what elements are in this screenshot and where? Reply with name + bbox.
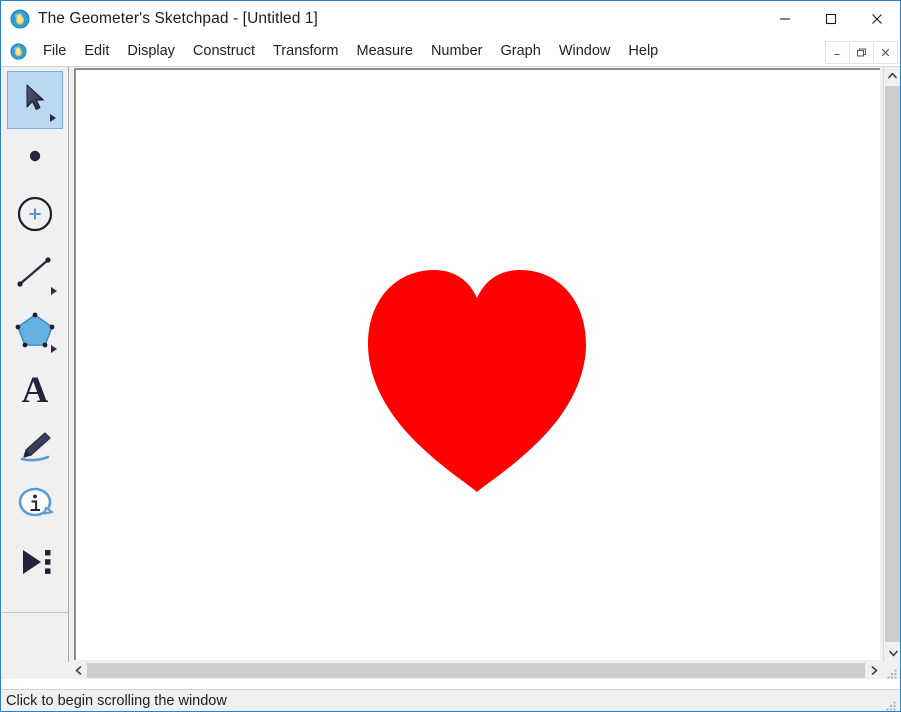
- menu-item-help[interactable]: Help: [619, 40, 667, 63]
- tool-marker[interactable]: [2, 419, 68, 477]
- tool-flyout-arrow-icon[interactable]: [51, 345, 57, 353]
- point-dot-icon: [26, 147, 44, 170]
- heart-shape[interactable]: [366, 268, 588, 499]
- tool-arrow-select[interactable]: [7, 71, 63, 129]
- toolbox: A: [2, 67, 69, 679]
- horizontal-scrollbar[interactable]: [69, 662, 900, 679]
- info-balloon-icon: [16, 486, 54, 527]
- title-bar: The Geometer's Sketchpad - [Untitled 1]: [1, 1, 900, 37]
- menu-item-graph[interactable]: Graph: [492, 40, 550, 63]
- pentagon-icon: [14, 310, 56, 355]
- menu-item-transform[interactable]: Transform: [264, 40, 348, 63]
- canvas-border: [74, 68, 880, 660]
- tool-text[interactable]: A: [2, 361, 68, 419]
- window-title: The Geometer's Sketchpad - [Untitled 1]: [38, 10, 318, 27]
- line-segment-icon: [15, 254, 55, 295]
- tool-custom[interactable]: [2, 535, 68, 593]
- pen-marker-icon: [15, 428, 55, 469]
- menu-item-number[interactable]: Number: [422, 40, 492, 63]
- mdi-minimize-button[interactable]: [825, 41, 850, 64]
- tool-information[interactable]: [2, 477, 68, 535]
- vertical-scrollbar[interactable]: [883, 67, 900, 662]
- tool-flyout-arrow-icon[interactable]: [50, 114, 56, 122]
- scroll-up-button[interactable]: [884, 67, 900, 84]
- status-bar: Click to begin scrolling the window: [2, 689, 900, 711]
- menu-item-window[interactable]: Window: [550, 40, 620, 63]
- scroll-left-button[interactable]: [70, 662, 86, 679]
- mdi-window-controls: [825, 41, 898, 64]
- document-frame: [69, 67, 900, 662]
- scrollbar-corner: [2, 662, 69, 679]
- tool-compass[interactable]: [2, 187, 68, 245]
- status-resize-grip-icon[interactable]: [886, 698, 897, 711]
- vertical-scroll-thumb[interactable]: [885, 86, 900, 642]
- tool-flyout-arrow-icon[interactable]: [51, 287, 57, 295]
- arrow-cursor-icon: [20, 82, 50, 119]
- circle-compass-icon: [16, 195, 54, 238]
- window-controls: [762, 1, 900, 37]
- menu-bar: File Edit Display Construct Transform Me…: [1, 37, 900, 67]
- tool-polygon[interactable]: [2, 303, 68, 361]
- close-button[interactable]: [854, 1, 900, 37]
- resize-grip-icon[interactable]: [887, 666, 898, 679]
- menu-item-construct[interactable]: Construct: [184, 40, 264, 63]
- tool-point[interactable]: [2, 129, 68, 187]
- minimize-button[interactable]: [762, 1, 808, 37]
- mdi-close-button[interactable]: [874, 41, 898, 64]
- sketchpad-droplet-icon: [10, 9, 30, 29]
- maximize-button[interactable]: [808, 1, 854, 37]
- mdi-restore-button[interactable]: [850, 41, 874, 64]
- toolbox-divider: [2, 612, 68, 613]
- menu-item-display[interactable]: Display: [118, 40, 184, 63]
- scroll-right-button[interactable]: [866, 662, 882, 679]
- sketchpad-document-icon[interactable]: [10, 43, 27, 60]
- menu-item-measure[interactable]: Measure: [348, 40, 422, 63]
- text-a-icon: A: [21, 369, 49, 411]
- horizontal-scroll-thumb[interactable]: [87, 663, 865, 678]
- sketch-canvas[interactable]: [76, 70, 880, 660]
- status-message: Click to begin scrolling the window: [6, 693, 227, 709]
- tool-straightedge[interactable]: [2, 245, 68, 303]
- scroll-down-button[interactable]: [885, 645, 900, 662]
- application-window: The Geometer's Sketchpad - [Untitled 1]: [0, 0, 901, 712]
- play-menu-icon: [14, 545, 56, 584]
- menu-item-file[interactable]: File: [34, 40, 75, 63]
- menu-item-edit[interactable]: Edit: [75, 40, 118, 63]
